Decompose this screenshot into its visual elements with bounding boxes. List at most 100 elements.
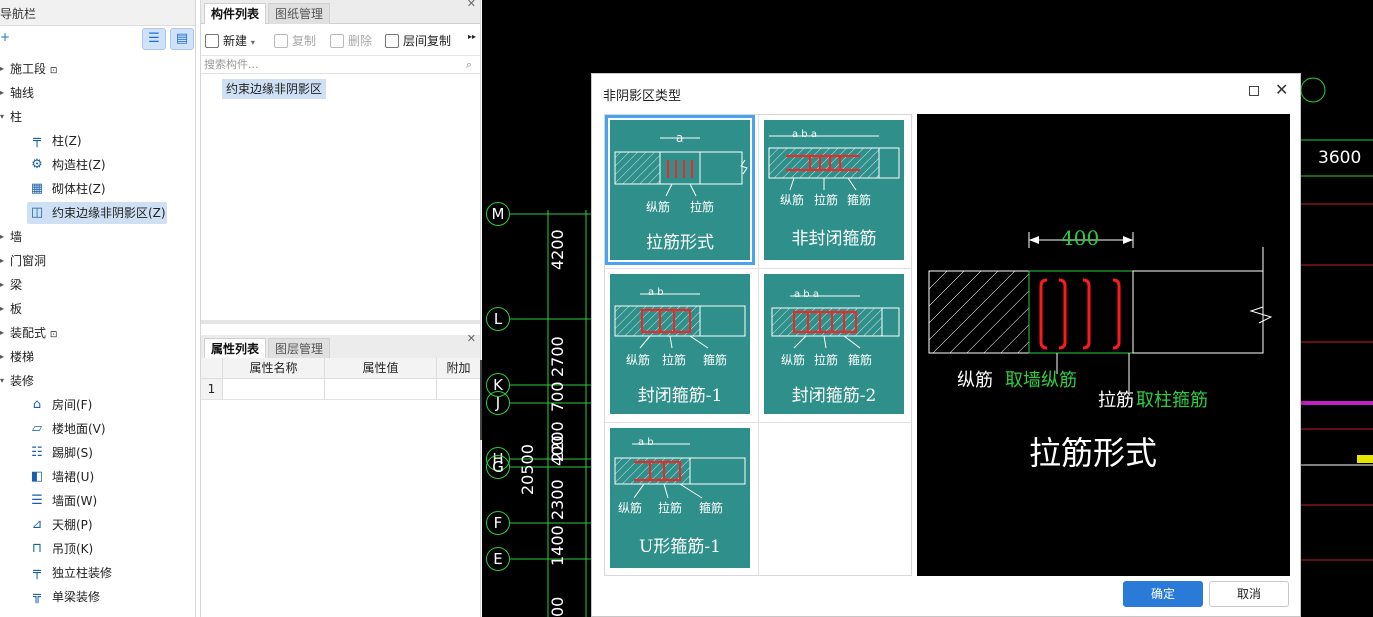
- tree-item-stairs[interactable]: ▸ 楼梯: [0, 345, 195, 369]
- tree-item-structural-column[interactable]: ⚙ 构造柱(Z): [0, 153, 195, 177]
- tree-item-label: 柱(Z): [52, 134, 82, 148]
- tree-item-label: 楼梯: [10, 350, 35, 364]
- stirrup-label: 箍筋: [848, 353, 873, 367]
- tab-property-list[interactable]: 属性列表: [204, 338, 267, 359]
- tree-item-label: 墙: [10, 230, 23, 244]
- tree-item-wainscot[interactable]: ◧ 墙裙(U): [0, 465, 195, 489]
- expand-arrow-icon[interactable]: ▸: [0, 273, 4, 297]
- property-tabbar: 属性列表 图层管理 ✕: [201, 332, 480, 359]
- column-header-extra: 附加: [446, 361, 471, 375]
- delete-button[interactable]: 删除: [330, 32, 372, 49]
- tree-item-ceiling[interactable]: ⊿ 天棚(P): [0, 513, 195, 537]
- collapse-arrow-icon[interactable]: ▾: [0, 369, 4, 393]
- tree-item-prefab[interactable]: ▸ 装配式 ⊡: [0, 321, 195, 345]
- expand-arrow-icon[interactable]: ▸: [0, 81, 4, 105]
- property-name-cell[interactable]: [223, 379, 325, 399]
- skirting-icon: ☷: [31, 445, 43, 460]
- more-tools-icon[interactable]: ▸▸: [468, 32, 476, 41]
- tree-item-room[interactable]: ⌂ 房间(F): [0, 393, 195, 417]
- close-icon[interactable]: ✕: [467, 0, 476, 10]
- type-card-u-stirrup-1[interactable]: a b 纵筋 拉筋 箍筋 U形箍筋-1: [610, 428, 750, 568]
- tree-item-column[interactable]: ▾ 柱: [0, 105, 195, 129]
- masonry-column-icon: ▦: [30, 181, 44, 196]
- tree-item-construction-section[interactable]: ▸ 施工段 ⊡: [0, 57, 195, 81]
- axis-label: M: [486, 202, 510, 226]
- tree-item-wall-surface[interactable]: ☰ 墙面(W): [0, 489, 195, 513]
- type-card-open-stirrup[interactable]: a b a 纵筋 拉筋 箍筋 非封闭箍筋: [764, 120, 904, 260]
- type-card-tie-bar[interactable]: a 纵筋 拉筋 拉筋形式: [605, 115, 755, 265]
- tab-layer-management[interactable]: 图层管理: [268, 338, 331, 359]
- tree-item-label: 约束边缘非阴影区(Z): [52, 206, 166, 220]
- component-search-input[interactable]: 搜索构件... ⌕: [201, 56, 480, 74]
- tab-drawing-management[interactable]: 图纸管理: [268, 3, 331, 24]
- tree-item-label: 板: [10, 302, 23, 316]
- tree-item-label: 墙裙(U): [52, 470, 95, 484]
- preview-caption: 拉筋形式: [1029, 434, 1158, 472]
- beam-decoration-icon: ╦: [33, 589, 41, 604]
- tree-item-floor-surface[interactable]: ▱ 楼地面(V): [0, 417, 195, 441]
- property-value-cell[interactable]: [325, 379, 437, 399]
- tree-item-beam-decoration[interactable]: ╦ 单梁装修: [0, 585, 195, 609]
- dropdown-arrow-icon[interactable]: ▾: [251, 38, 255, 47]
- tree-item-column-z[interactable]: ╤ 柱(Z): [0, 129, 195, 153]
- property-extra-cell[interactable]: [437, 379, 480, 399]
- expand-arrow-icon[interactable]: ▸: [0, 345, 4, 369]
- floor-copy-button[interactable]: 层间复制: [385, 32, 451, 49]
- tree-item-axis[interactable]: ▸ 轴线: [0, 81, 195, 105]
- type-card-closed-stirrup-2[interactable]: a b a 纵筋 拉筋 箍筋 封闭箍筋-2: [764, 274, 904, 414]
- longitudinal-bar-label: 纵筋: [780, 193, 805, 207]
- expand-arrow-icon[interactable]: ▸: [0, 297, 4, 321]
- tree-item-label: 楼地面(V): [52, 422, 106, 436]
- component-list-item[interactable]: 约束边缘非阴影区: [222, 79, 327, 99]
- tie-bar-label: 拉筋: [658, 501, 683, 515]
- tree-item-suspended-ceiling[interactable]: ⊓ 吊顶(K): [0, 537, 195, 561]
- expand-arrow-icon[interactable]: ▸: [0, 225, 4, 249]
- dimension-text: 4200: [548, 229, 567, 270]
- maximize-icon[interactable]: [1249, 86, 1259, 96]
- room-icon: ⌂: [32, 397, 42, 412]
- panel-divider[interactable]: [201, 320, 480, 324]
- expand-arrow-icon[interactable]: ▸: [0, 249, 4, 273]
- delete-label: 删除: [348, 34, 373, 48]
- tree-item-label: 独立柱装修: [52, 566, 113, 580]
- tree-item-label: 天棚(P): [52, 518, 93, 532]
- copy-button[interactable]: 复制: [274, 32, 316, 49]
- search-icon[interactable]: ⌕: [466, 56, 472, 73]
- tree-item-boundary-non-shadow[interactable]: ◫ 约束边缘非阴影区(Z): [0, 201, 195, 225]
- detail-view-icon[interactable]: ▤: [170, 28, 194, 50]
- longitudinal-bar-label: 纵筋: [646, 200, 671, 214]
- card-title: 封闭箍筋-2: [791, 386, 877, 406]
- close-icon[interactable]: ✕: [467, 332, 476, 345]
- table-row[interactable]: 1: [201, 379, 480, 400]
- tab-component-list[interactable]: 构件列表: [204, 3, 267, 24]
- tree-item-skirting[interactable]: ☷ 踢脚(S): [0, 441, 195, 465]
- stirrup-label: 箍筋: [699, 501, 724, 515]
- close-icon[interactable]: ✕: [1275, 80, 1288, 99]
- collapse-arrow-icon[interactable]: ▾: [0, 105, 4, 129]
- tree-item-slab[interactable]: ▸ 板: [0, 297, 195, 321]
- expand-arrow-icon[interactable]: ▸: [0, 321, 4, 345]
- expand-arrow-icon[interactable]: ▸: [0, 57, 4, 81]
- add-icon[interactable]: +: [0, 30, 10, 44]
- tree-item-column-decoration[interactable]: ╤ 独立柱装修: [0, 561, 195, 585]
- preview-longitudinal-label: 纵筋: [957, 370, 993, 391]
- lock-icon: ⊡: [49, 66, 58, 76]
- confirm-button[interactable]: 确定: [1123, 581, 1203, 607]
- longitudinal-bar-label: 纵筋: [626, 353, 651, 367]
- tree-item-beam[interactable]: ▸ 梁: [0, 273, 195, 297]
- tree-item-decoration[interactable]: ▾ 装修: [0, 369, 195, 393]
- axis-label: E: [486, 547, 510, 571]
- list-view-icon[interactable]: ☰: [142, 28, 166, 50]
- tree-item-label: 门窗洞: [10, 254, 47, 268]
- dimension-text: 1400: [548, 525, 567, 566]
- new-button[interactable]: 新建 ▾: [205, 32, 255, 49]
- tree-item-door-window[interactable]: ▸ 门窗洞: [0, 249, 195, 273]
- cancel-button[interactable]: 取消: [1209, 581, 1289, 607]
- tie-bar-label: 拉筋: [690, 200, 715, 214]
- tree-item-masonry-column[interactable]: ▦ 砌体柱(Z): [0, 177, 195, 201]
- tree-item-wall[interactable]: ▸ 墙: [0, 225, 195, 249]
- column-icon: ╤: [33, 133, 41, 148]
- tree-item-label: 装配式: [10, 326, 47, 340]
- type-card-closed-stirrup-1[interactable]: a b 纵筋 拉筋 箍筋 封闭箍筋-1: [610, 274, 750, 414]
- row-index: 1: [201, 379, 223, 399]
